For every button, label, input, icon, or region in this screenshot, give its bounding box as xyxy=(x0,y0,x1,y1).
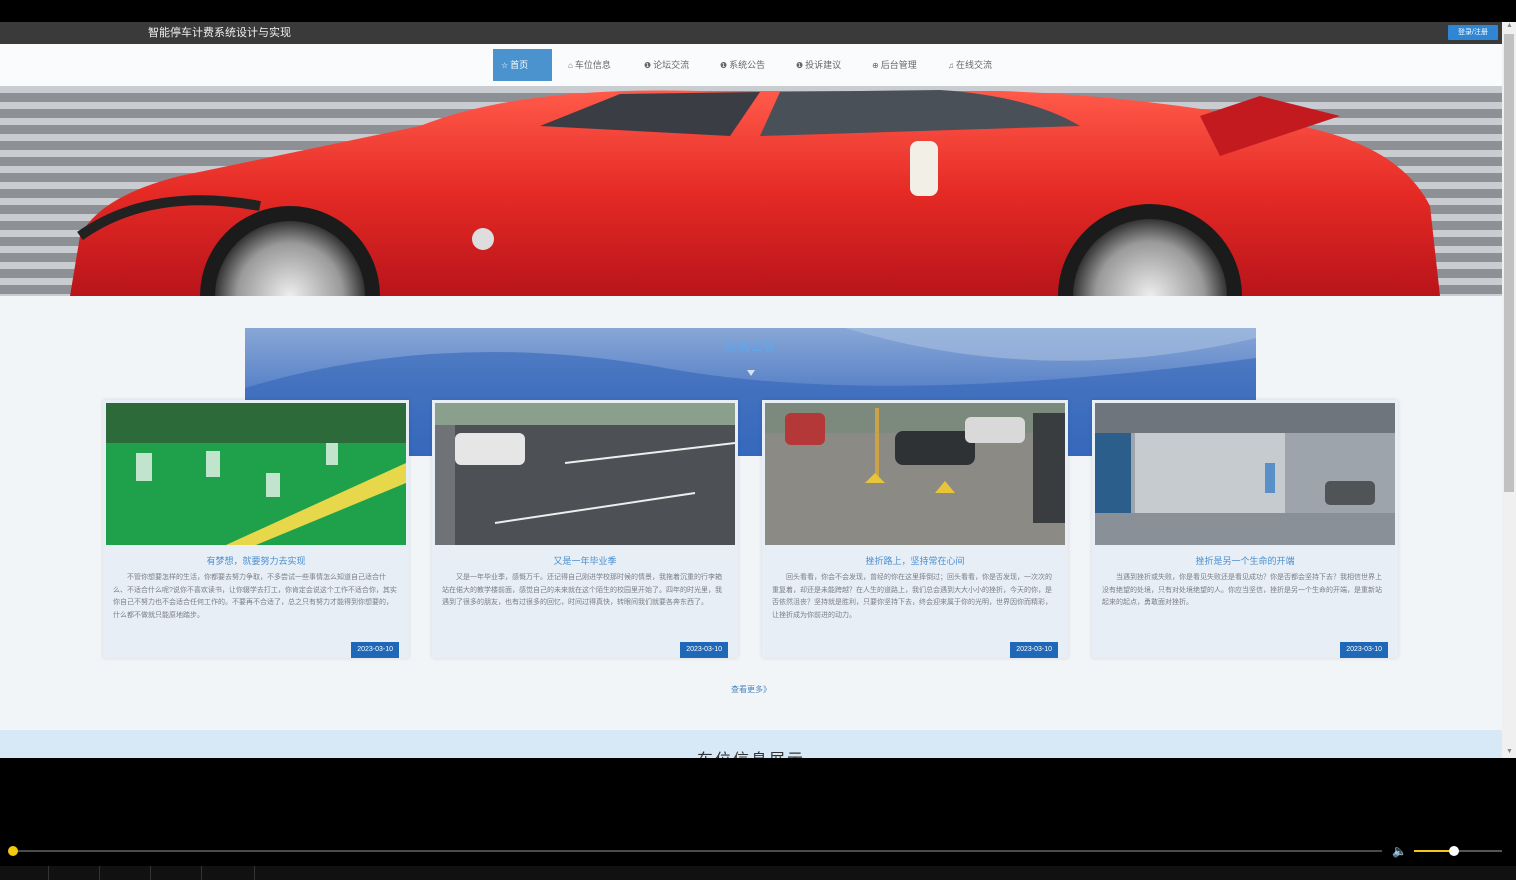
date-badge: 2023-03-10 xyxy=(1010,642,1058,658)
vertical-scrollbar[interactable]: ▲ ▼ xyxy=(1502,22,1516,758)
notice-card[interactable]: 挫折路上，坚持常在心间 回头看看，你会不会发现，曾经的你在这里摔倒过；回头看看，… xyxy=(762,400,1068,658)
nav-item-parking-info[interactable]: ⌂ 车位信息 xyxy=(560,49,619,81)
info-icon: ❶ xyxy=(796,61,804,70)
taskbar-item[interactable] xyxy=(49,866,100,880)
card-image xyxy=(106,403,406,545)
video-frame-top xyxy=(0,0,1516,22)
scroll-up-icon[interactable]: ▲ xyxy=(1506,22,1513,29)
nav-item-label: 后台管理 xyxy=(880,60,917,70)
seek-bar[interactable] xyxy=(12,850,1382,852)
top-bar: 智能停车计费系统设计与实现 登录/注册 xyxy=(0,22,1502,44)
volume-knob[interactable] xyxy=(1448,846,1459,856)
login-register-button[interactable]: 登录/注册 xyxy=(1448,25,1498,40)
taskbar-item[interactable] xyxy=(202,866,255,880)
seek-knob[interactable] xyxy=(8,846,18,856)
site-title: 智能停车计费系统设计与实现 xyxy=(148,27,291,39)
scrollbar-thumb[interactable] xyxy=(1504,34,1514,492)
parking-info-section: 车位信息展示 xyxy=(0,730,1502,758)
taskbar-item[interactable] xyxy=(151,866,202,880)
notice-card[interactable]: 又是一年毕业季 又是一年毕业季，感慨万千。还记得自己刚进学校那时候的情景，我拖着… xyxy=(432,400,738,658)
volume-slider[interactable] xyxy=(1414,846,1502,856)
card-image xyxy=(435,403,735,545)
nav-item-announcements[interactable]: ❶ 系统公告 xyxy=(712,49,773,81)
nav-item-home[interactable]: ☆ 首页 xyxy=(493,49,552,81)
notice-section-title: 系统公告 xyxy=(724,340,777,354)
home-icon: ⌂ xyxy=(568,61,573,70)
video-player-controls: 🔈 xyxy=(0,758,1516,880)
parking-section-title: 车位信息展示 xyxy=(0,746,1502,758)
nav-item-label: 车位信息 xyxy=(574,60,611,70)
nav-item-label: 系统公告 xyxy=(729,60,766,70)
card-title: 有梦想，就要努力去实现 xyxy=(206,556,306,566)
hero-car-image xyxy=(0,86,1502,296)
admin-icon: ⊕ xyxy=(872,61,879,70)
nav-item-forum[interactable]: ❶ 论坛交流 xyxy=(636,49,697,81)
main-nav: ☆ 首页 ⌂ 车位信息 ❶ 论坛交流 ❶ 系统公告 ❶ 投诉建议 ⊕ 后台管理 ♫ 在线交流 xyxy=(0,44,1502,86)
volume-level xyxy=(1414,850,1454,852)
nav-item-label: 在线交流 xyxy=(956,60,993,70)
nav-item-label: 投诉建议 xyxy=(805,60,842,70)
card-title: 又是一年毕业季 xyxy=(553,556,617,566)
nav-item-online-chat[interactable]: ♫ 在线交流 xyxy=(940,49,1000,81)
taskbar-strip xyxy=(0,866,1516,880)
browser-page: 智能停车计费系统设计与实现 登录/注册 ☆ 首页 ⌂ 车位信息 ❶ 论坛交流 ❶ 系统公… xyxy=(0,22,1516,758)
info-icon: ❶ xyxy=(720,61,728,70)
speaker-icon[interactable]: 🔈 xyxy=(1392,844,1407,858)
card-text: 回头看看，你会不会发现，曾经的你在这里摔倒过；回头看看，你是否发现，一次次的重复… xyxy=(772,574,1052,619)
taskbar-item[interactable] xyxy=(0,866,49,880)
card-title: 挫折是另一个生命的开端 xyxy=(1195,556,1295,566)
card-image xyxy=(765,403,1065,545)
card-title: 挫折路上，坚持常在心间 xyxy=(865,556,965,566)
date-badge: 2023-03-10 xyxy=(1340,642,1388,658)
card-text: 当遇到挫折或失败，你是看见失败还是看见成功？你是否都会坚持下去？我相信世界上没有… xyxy=(1102,574,1382,606)
hero-carousel[interactable] xyxy=(0,86,1502,296)
notice-card[interactable]: 挫折是另一个生命的开端 当遇到挫折或失败，你是看见失败还是看见成功？你是否都会坚… xyxy=(1092,400,1398,658)
date-badge: 2023-03-10 xyxy=(351,642,399,658)
chevron-down-icon xyxy=(747,370,755,376)
card-text: 不管你想要怎样的生活，你都要去努力争取，不多尝试一些事情怎么知道自己适合什么、不… xyxy=(113,574,397,619)
music-icon: ♫ xyxy=(948,61,954,70)
star-icon: ☆ xyxy=(501,61,509,70)
notice-card[interactable]: 有梦想，就要努力去实现 不管你想要怎样的生活，你都要去努力争取，不多尝试一些事情… xyxy=(103,400,409,658)
nav-item-complaints[interactable]: ❶ 投诉建议 xyxy=(788,49,849,81)
notice-section: 系统公告 有梦想，就要努力去实现 不管你想要怎样的生活，你都要去努力争取，不多尝… xyxy=(0,296,1502,730)
nav-item-admin[interactable]: ⊕ 后台管理 xyxy=(864,49,925,81)
date-badge: 2023-03-10 xyxy=(680,642,728,658)
scroll-down-icon[interactable]: ▼ xyxy=(1506,748,1513,755)
nav-item-label: 首页 xyxy=(510,60,529,70)
card-image xyxy=(1095,403,1395,545)
info-icon: ❶ xyxy=(644,61,652,70)
card-text: 又是一年毕业季，感慨万千。还记得自己刚进学校那时候的情景，我拖着沉重的行李箱站在… xyxy=(442,574,722,606)
taskbar-item[interactable] xyxy=(100,866,151,880)
nav-item-label: 论坛交流 xyxy=(653,60,690,70)
view-more-link[interactable]: 查看更多》 xyxy=(0,684,1502,695)
